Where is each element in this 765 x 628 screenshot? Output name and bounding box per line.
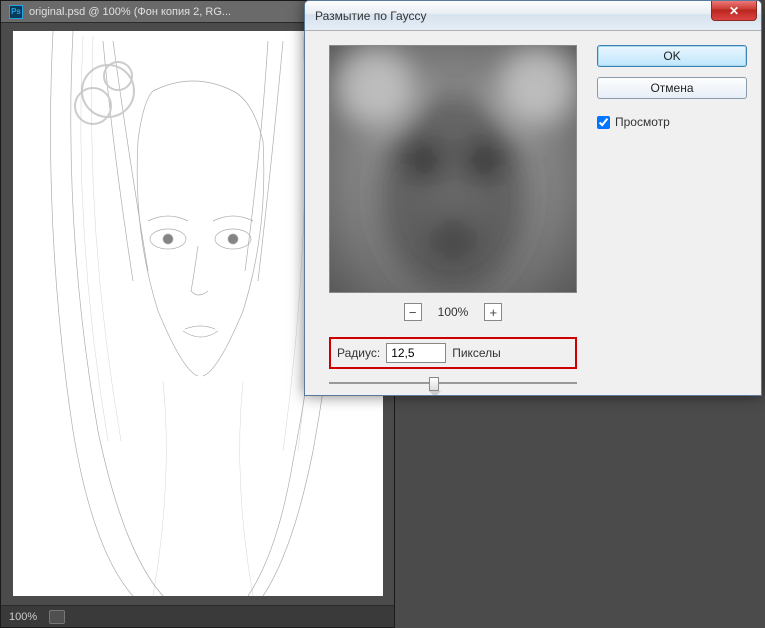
- filter-preview[interactable]: [329, 45, 577, 293]
- close-button[interactable]: ✕: [711, 1, 757, 21]
- dialog-titlebar[interactable]: Размытие по Гауссу ✕: [305, 1, 761, 31]
- zoom-level[interactable]: 100%: [9, 611, 37, 623]
- document-title: original.psd @ 100% (Фон копия 2, RG...: [29, 6, 231, 18]
- ok-button[interactable]: OK: [597, 45, 747, 67]
- gaussian-blur-dialog: Размытие по Гауссу ✕: [304, 0, 762, 396]
- dialog-body: − 100% + OK Отмена Просмотр Радиус: Пикс…: [305, 31, 761, 395]
- radius-row: Радиус: Пикселы: [329, 337, 577, 369]
- slider-track: [329, 382, 577, 384]
- preview-zoom-controls: − 100% +: [329, 301, 577, 323]
- zoom-in-button[interactable]: +: [484, 303, 502, 321]
- close-icon: ✕: [729, 4, 739, 18]
- doc-info-icon[interactable]: [49, 610, 65, 624]
- status-bar: 100%: [1, 605, 394, 627]
- dialog-side-controls: OK Отмена Просмотр: [597, 45, 747, 129]
- preview-checkbox[interactable]: [597, 116, 610, 129]
- app-icon: Ps: [9, 5, 23, 19]
- preview-image: [330, 46, 576, 292]
- slider-thumb[interactable]: [429, 377, 439, 391]
- radius-label: Радиус:: [337, 346, 380, 360]
- zoom-out-button[interactable]: −: [404, 303, 422, 321]
- dialog-title: Размытие по Гауссу: [315, 9, 426, 23]
- preview-zoom-level: 100%: [438, 305, 469, 319]
- preview-checkbox-row[interactable]: Просмотр: [597, 115, 747, 129]
- radius-unit: Пикселы: [452, 346, 501, 360]
- radius-input[interactable]: [386, 343, 446, 363]
- preview-checkbox-label: Просмотр: [615, 115, 670, 129]
- cancel-button[interactable]: Отмена: [597, 77, 747, 99]
- radius-slider[interactable]: [329, 375, 577, 391]
